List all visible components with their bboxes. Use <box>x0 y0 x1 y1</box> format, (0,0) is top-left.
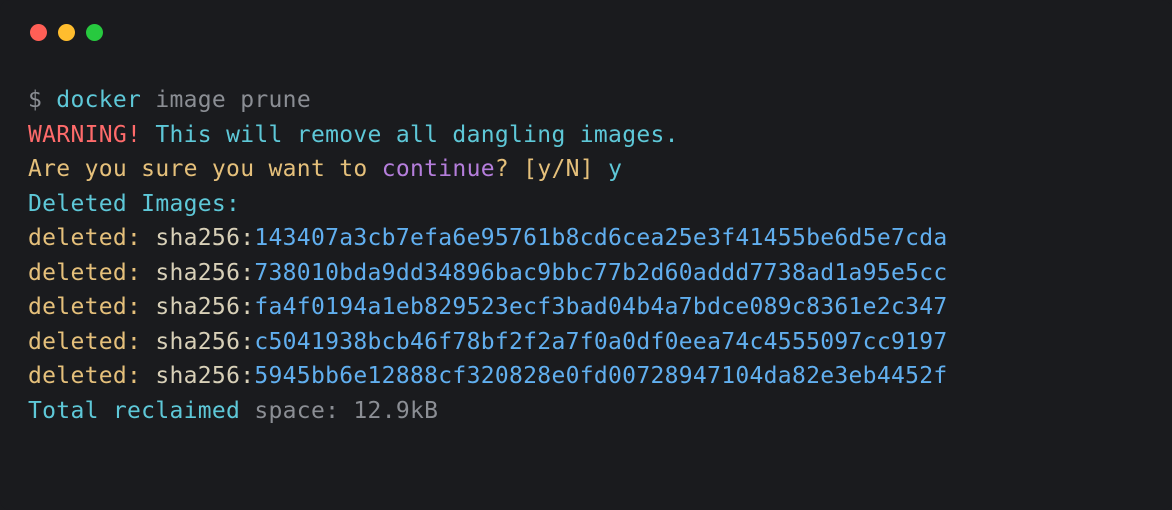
total-line: Total reclaimed space: 12.9kB <box>28 394 1144 429</box>
sha-prefix: sha256: <box>155 294 254 320</box>
total-suffix: space: <box>240 398 353 424</box>
total-value: 12.9kB <box>353 398 438 424</box>
command-args: image prune <box>155 87 311 113</box>
deleted-row: deleted: sha256:c5041938bcb46f78bf2f2a7f… <box>28 325 1144 360</box>
deleted-row: deleted: sha256:143407a3cb7efa6e95761b8c… <box>28 221 1144 256</box>
sha-prefix: sha256: <box>155 329 254 355</box>
deleted-label: deleted: <box>28 329 155 355</box>
close-icon[interactable] <box>30 24 47 41</box>
command-line: $ docker image prune <box>28 83 1144 118</box>
confirm-prefix: Are you sure you want to <box>28 156 382 182</box>
sha-prefix: sha256: <box>155 260 254 286</box>
sha-prefix: sha256: <box>155 225 254 251</box>
warning-label: WARNING! <box>28 122 141 148</box>
deleted-label: deleted: <box>28 225 155 251</box>
total-label: Total reclaimed <box>28 398 240 424</box>
prompt: $ <box>28 87 56 113</box>
warning-line: WARNING! This will remove all dangling i… <box>28 118 1144 153</box>
deleted-label: deleted: <box>28 260 155 286</box>
confirm-keyword: continue <box>382 156 495 182</box>
deleted-row: deleted: sha256:738010bda9dd34896bac9bbc… <box>28 256 1144 291</box>
maximize-icon[interactable] <box>86 24 103 41</box>
sha-prefix: sha256: <box>155 363 254 389</box>
confirm-answer: y <box>608 156 622 182</box>
terminal-window: $ docker image prune WARNING! This will … <box>0 0 1172 510</box>
window-controls <box>28 24 1144 41</box>
sha-hash: fa4f0194a1eb829523ecf3bad04b4a7bdce089c8… <box>254 294 947 320</box>
confirm-suffix: ? [y/N] <box>495 156 608 182</box>
command-name: docker <box>56 87 141 113</box>
confirm-line: Are you sure you want to continue? [y/N]… <box>28 152 1144 187</box>
sha-hash: 738010bda9dd34896bac9bbc77b2d60addd7738a… <box>254 260 947 286</box>
terminal-output[interactable]: $ docker image prune WARNING! This will … <box>28 83 1144 428</box>
minimize-icon[interactable] <box>58 24 75 41</box>
deleted-label: deleted: <box>28 363 155 389</box>
sha-hash: c5041938bcb46f78bf2f2a7f0a0df0eea74c4555… <box>254 329 947 355</box>
deleted-row: deleted: sha256:5945bb6e12888cf320828e0f… <box>28 359 1144 394</box>
deleted-header-line: Deleted Images: <box>28 187 1144 222</box>
sha-hash: 143407a3cb7efa6e95761b8cd6cea25e3f41455b… <box>254 225 947 251</box>
sha-hash: 5945bb6e12888cf320828e0fd00728947104da82… <box>254 363 947 389</box>
deleted-header: Deleted Images: <box>28 191 240 217</box>
deleted-label: deleted: <box>28 294 155 320</box>
warning-text: This will remove all dangling images. <box>141 122 679 148</box>
deleted-row: deleted: sha256:fa4f0194a1eb829523ecf3ba… <box>28 290 1144 325</box>
